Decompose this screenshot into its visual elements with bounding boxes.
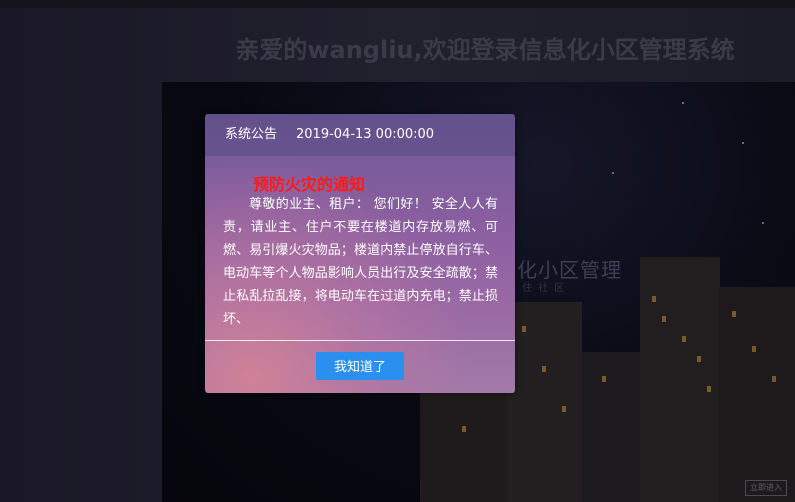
window-light xyxy=(652,296,656,302)
modal-header: 系统公告 2019-04-13 00:00:00 xyxy=(205,114,515,156)
welcome-title: 亲爱的wangliu,欢迎登录信息化小区管理系统 xyxy=(235,36,735,64)
notice-body: 尊敬的业主、租户： 您们好！ 安全人人有责，请业主、住户不要在楼道内存放易燃、可… xyxy=(223,197,498,327)
star xyxy=(762,222,764,224)
window-light xyxy=(697,356,701,362)
hero-logo-sub: 住社区 xyxy=(522,283,570,294)
confirm-button[interactable]: 我知道了 xyxy=(316,352,404,380)
window-light xyxy=(662,316,666,322)
window-light xyxy=(772,376,776,382)
building xyxy=(718,287,795,502)
window-light xyxy=(682,336,686,342)
building xyxy=(640,257,720,502)
window-light xyxy=(752,346,756,352)
window-light xyxy=(562,406,566,412)
star xyxy=(612,172,614,174)
page: 亲爱的wangliu,欢迎登录信息化小区管理系统 化小区管理 住社区 立即进入 … xyxy=(0,0,795,502)
enter-button[interactable]: 立即进入 xyxy=(745,480,787,496)
window-light xyxy=(602,376,606,382)
top-strip xyxy=(0,0,795,8)
window-light xyxy=(522,326,526,332)
window-light xyxy=(542,366,546,372)
building xyxy=(582,352,642,502)
window-light xyxy=(462,426,466,432)
building xyxy=(507,302,582,502)
announcement-modal: 系统公告 2019-04-13 00:00:00 预防火灾的通知 尊敬的业主、租… xyxy=(205,114,515,393)
window-light xyxy=(732,311,736,317)
modal-divider xyxy=(205,340,515,341)
modal-timestamp: 2019-04-13 00:00:00 xyxy=(296,127,435,142)
star xyxy=(682,102,684,104)
notice-title: 预防火灾的通知 xyxy=(253,175,366,194)
window-light xyxy=(707,386,711,392)
modal-label: 系统公告 xyxy=(225,127,278,142)
star xyxy=(742,142,744,144)
building xyxy=(420,392,510,502)
